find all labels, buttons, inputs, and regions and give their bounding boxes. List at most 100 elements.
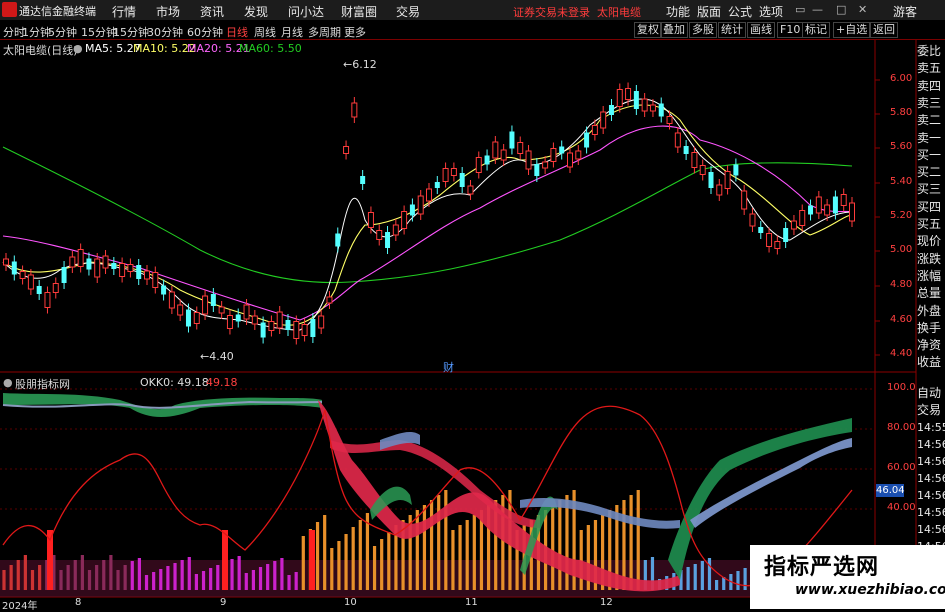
indicator-bar	[102, 560, 106, 590]
annotation-cai[interactable]: 财	[443, 359, 454, 375]
indicator-bar	[700, 561, 704, 590]
candle-body	[293, 321, 300, 339]
candle-body	[243, 304, 250, 320]
candle-body	[426, 188, 432, 202]
candle-body	[708, 172, 714, 188]
indicator-bar	[358, 520, 362, 590]
indicator-bar	[95, 565, 99, 590]
candle-body	[758, 227, 764, 233]
candle-body	[815, 196, 822, 214]
candle-body	[783, 228, 789, 242]
candle-body	[584, 132, 590, 148]
candle-body	[69, 256, 76, 268]
indicator-bar	[258, 567, 263, 590]
time-label-dec: 12	[600, 597, 613, 608]
candle-body	[168, 291, 175, 309]
annotation-high: ←6.12	[343, 58, 377, 71]
indicator-bar	[437, 495, 441, 590]
candle-body	[608, 105, 614, 115]
indicator-bar	[636, 490, 640, 590]
indicator-tick-label: 80.00	[887, 422, 916, 433]
candle-body	[367, 212, 374, 228]
indicator-band-green	[3, 393, 322, 417]
candle-body	[575, 150, 582, 160]
candle-body	[44, 292, 51, 308]
indicator-bar	[372, 546, 377, 590]
trade-time: 14:55	[917, 421, 945, 434]
grid-lines	[0, 79, 880, 510]
candle-body	[152, 272, 159, 288]
side-label: 卖一	[917, 130, 942, 145]
side-label: 买三	[917, 182, 942, 197]
candle-body	[335, 233, 341, 247]
indicator-bar	[429, 500, 434, 590]
indicator-bar	[465, 520, 469, 590]
candle-body	[517, 142, 524, 154]
candle-body	[385, 232, 391, 248]
candle-body	[484, 155, 490, 165]
indicator-bar	[422, 505, 427, 590]
indicator-bar	[59, 570, 63, 590]
candle-body	[442, 168, 449, 182]
candle-body	[119, 263, 126, 277]
candle-body	[52, 283, 59, 293]
indicator-bar	[130, 561, 134, 590]
candles	[3, 82, 855, 345]
candle-body	[492, 141, 499, 159]
candle-body	[417, 195, 424, 215]
indicator-bar	[166, 566, 170, 590]
indicator-spike	[309, 530, 315, 590]
auto-trade-label[interactable]: 交易	[917, 401, 945, 418]
ma10-line	[2, 104, 853, 326]
side-label: 买二	[917, 165, 942, 180]
indicator-bar	[216, 565, 220, 590]
candle-body	[77, 249, 84, 267]
indicator-bar	[152, 572, 156, 590]
indicator-spike	[222, 530, 228, 590]
indicator-bar	[558, 500, 562, 590]
candle-body	[500, 149, 507, 161]
indicator-bar	[116, 570, 120, 590]
candle-body	[94, 258, 101, 278]
auto-trade-label[interactable]: 自动	[917, 384, 945, 401]
candle-body	[111, 263, 117, 269]
indicator-bar	[344, 534, 348, 590]
price-tick-label: 6.00	[890, 73, 913, 84]
side-label: 卖二	[917, 113, 942, 128]
candle-body	[161, 285, 167, 295]
indicator-bar	[38, 565, 42, 590]
indicator-bar	[301, 536, 305, 590]
candle-body	[542, 161, 549, 169]
indicator-bar	[87, 570, 92, 590]
indicator-bar	[715, 580, 719, 590]
indicator-bar	[251, 570, 256, 590]
indicator-bar	[187, 557, 191, 590]
indicator-bar	[565, 495, 569, 590]
candle-body	[658, 103, 664, 117]
side-label: 涨跌	[917, 251, 942, 266]
side-label: 卖五	[917, 61, 942, 76]
indicator-bar	[9, 565, 13, 590]
candle-body	[591, 125, 598, 135]
time-label-aug: 8	[75, 597, 82, 608]
candle-body	[459, 173, 465, 187]
indicator-bar	[287, 575, 291, 590]
price-tick-label: 4.60	[890, 314, 913, 325]
side-label: 换手	[917, 320, 942, 335]
candle-body	[310, 319, 316, 337]
candle-body	[790, 220, 797, 230]
trade-time: 14:56	[917, 455, 945, 468]
side-label: 委比	[917, 44, 942, 58]
indicator-tick-label: 60.00	[887, 462, 916, 473]
candle-body	[691, 152, 698, 168]
indicator-tick-label: 40.00	[887, 502, 916, 513]
indicator-bar	[693, 564, 697, 590]
candle-body	[351, 102, 358, 118]
chart-canvas[interactable]	[0, 0, 945, 609]
candle-body	[774, 241, 781, 249]
candle-body	[733, 164, 739, 176]
candle-body	[376, 230, 383, 240]
indicator-bar	[66, 565, 70, 590]
candle-body	[36, 286, 42, 294]
candle-body	[235, 314, 241, 322]
